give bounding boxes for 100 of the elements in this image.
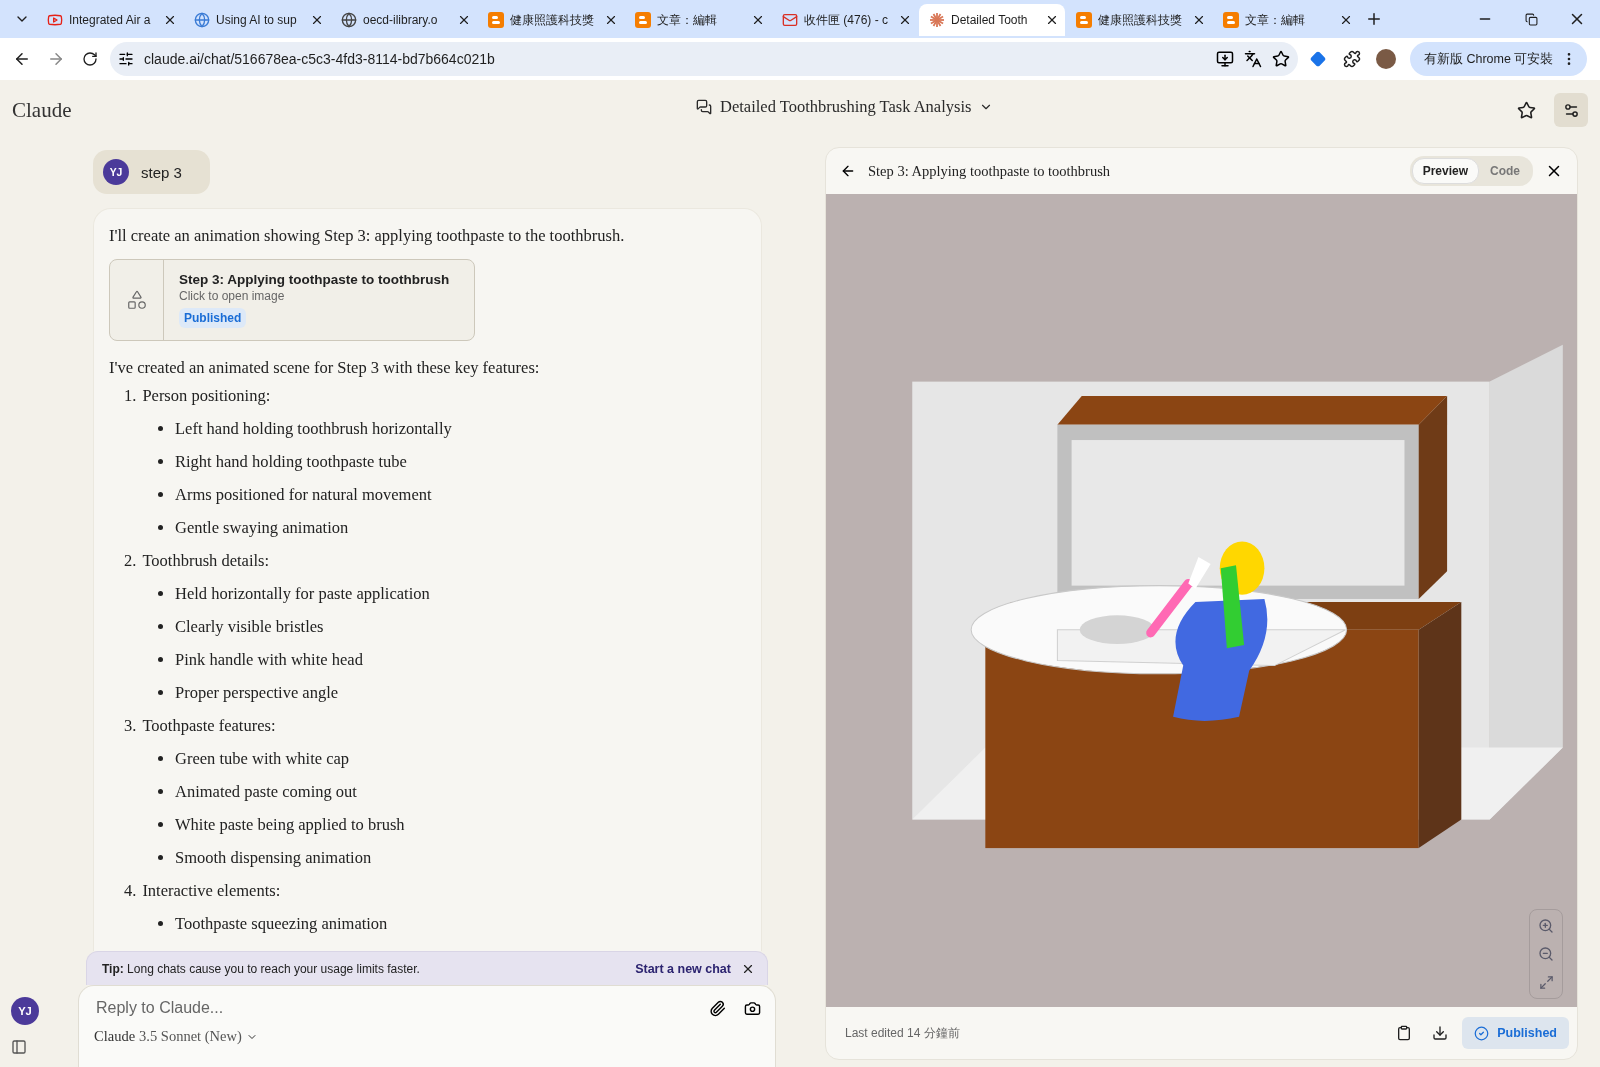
list-heading: Interactive elements:	[142, 880, 281, 901]
list-item: Arms positioned for natural movement	[175, 484, 432, 505]
chat-title[interactable]: Detailed Toothbrushing Task Analysis	[690, 96, 1000, 118]
message-text: step 3	[141, 163, 182, 181]
close-icon[interactable]	[1339, 13, 1353, 27]
blog-icon	[488, 12, 504, 28]
list-heading: Person positioning:	[142, 385, 271, 406]
list-item: Gentle swaying animation	[175, 517, 349, 538]
view-tab[interactable]: Preview	[1411, 158, 1479, 184]
mail-icon	[782, 12, 798, 28]
restore-icon[interactable]	[1524, 12, 1538, 26]
new-tab-icon[interactable]	[1365, 10, 1383, 28]
browser-tab[interactable]: 文章：編輯	[625, 4, 771, 36]
browser-tab[interactable]: Integrated Air a	[37, 4, 183, 36]
bullet-icon	[158, 921, 163, 926]
list-item: Smooth dispensing animation	[175, 847, 372, 868]
last-edited-text: Last edited 14 分鐘前	[845, 1024, 961, 1042]
paperclip-icon[interactable]	[709, 999, 726, 1017]
browser-tab[interactable]: oecd-ilibrary.o	[331, 4, 477, 36]
close-icon[interactable]	[310, 13, 324, 27]
list-item: White paste being applied to brush	[175, 814, 405, 835]
profile-avatar[interactable]	[1376, 49, 1396, 69]
update-button[interactable]: 有新版 Chrome 可安裝	[1410, 42, 1588, 76]
bullet-icon	[158, 789, 163, 794]
brand-name[interactable]: Claude	[12, 97, 72, 123]
shapes-icon	[125, 289, 148, 311]
user-avatar: YJ	[103, 159, 129, 185]
close-icon[interactable]	[1045, 13, 1059, 27]
install-icon[interactable]	[1216, 50, 1234, 68]
address-field[interactable]: claude.ai/chat/516678ea-c5c3-4fd3-8114-bd7b664c021b	[110, 42, 1298, 76]
list-item: Animated paste coming out	[175, 781, 357, 802]
message-text: I've created an animated scene for Step 3 with these key features:	[109, 357, 541, 379]
bookmark-icon[interactable]	[1272, 50, 1290, 68]
close-icon[interactable]	[457, 13, 471, 27]
bullet-icon	[158, 855, 163, 860]
extension-icon[interactable]	[1310, 51, 1326, 67]
reload-icon[interactable]	[82, 51, 98, 67]
browser-tab[interactable]: Using AI to sup	[184, 4, 330, 36]
blog-icon	[635, 12, 651, 28]
bullet-icon	[158, 624, 163, 629]
browser-tab[interactable]: 健康照護科技獎	[1066, 4, 1212, 36]
bullet-icon	[158, 690, 163, 695]
bullet-icon	[158, 459, 163, 464]
tip-text: Tip: Long chats cause you to reach your usage limits faster.	[102, 961, 420, 976]
close-icon[interactable]	[898, 13, 912, 27]
video-icon	[47, 12, 63, 28]
extensions-icon[interactable]	[1343, 50, 1361, 68]
list-heading: Toothbrush details:	[142, 550, 270, 571]
list-number: 3.	[124, 715, 137, 736]
spark-icon	[929, 12, 945, 28]
globe-icon	[194, 12, 210, 28]
browser-tab[interactable]: Detailed Tooth	[919, 4, 1065, 36]
download-icon[interactable]	[1432, 1025, 1449, 1041]
zoom-out-icon[interactable]	[1538, 946, 1554, 962]
close-icon[interactable]	[604, 13, 618, 27]
close-icon[interactable]	[1192, 13, 1206, 27]
forward-icon[interactable]	[47, 50, 65, 68]
bullet-icon	[158, 822, 163, 827]
list-number: 1.	[124, 385, 137, 406]
status-badge: Published	[179, 308, 247, 328]
bullet-icon	[158, 525, 163, 530]
sidebar-icon[interactable]	[11, 1039, 27, 1055]
blog-icon	[1076, 12, 1092, 28]
star-icon[interactable]	[1516, 100, 1536, 120]
new-chat-link[interactable]: Start a new chat	[635, 961, 731, 976]
bullet-icon	[158, 756, 163, 761]
list-item: Right hand holding toothpaste tube	[175, 451, 407, 472]
view-tab[interactable]: Code	[1479, 158, 1531, 184]
published-button[interactable]: Published	[1462, 1017, 1569, 1049]
back-icon[interactable]	[13, 50, 31, 68]
site-settings-icon[interactable]	[118, 51, 134, 67]
bullet-icon	[158, 657, 163, 662]
browser-tab[interactable]: 收件匣 (476) - c	[772, 4, 918, 36]
user-avatar[interactable]: YJ	[11, 997, 39, 1025]
settings-button[interactable]	[1554, 93, 1588, 127]
camera-icon[interactable]	[744, 999, 761, 1017]
blog-icon	[1223, 12, 1239, 28]
list-item: Clearly visible bristles	[175, 616, 324, 637]
expand-icon[interactable]	[1538, 974, 1554, 990]
list-heading: Toothpaste features:	[142, 715, 276, 736]
list-item: Green tube with white cap	[175, 748, 350, 769]
back-icon[interactable]	[840, 163, 856, 179]
browser-tab[interactable]: 健康照護科技獎	[478, 4, 624, 36]
list-number: 4.	[124, 880, 137, 901]
clipboard-icon[interactable]	[1396, 1025, 1413, 1041]
list-item: Left hand holding toothbrush horizontally	[175, 418, 452, 439]
artifact-title: Step 3: Applying toothpaste to toothbrush	[179, 272, 450, 287]
close-icon[interactable]	[751, 13, 765, 27]
check-icon	[1474, 1025, 1490, 1041]
list-item: Held horizontally for paste application	[175, 583, 430, 604]
translate-icon[interactable]	[1244, 50, 1262, 68]
settings-icon	[1562, 101, 1580, 119]
reply-field[interactable]: Reply to Claude...	[94, 998, 699, 1018]
panel-title: Step 3: Applying toothpaste to toothbrush	[868, 162, 1112, 180]
close-icon[interactable]	[163, 13, 177, 27]
artifact-card[interactable]: Step 3: Applying toothpaste to toothbrush Click to open image Published	[109, 259, 475, 341]
browser-tab[interactable]: 文章：編輯	[1213, 4, 1359, 36]
zoom-in-icon[interactable]	[1538, 918, 1554, 934]
list-number: 2.	[124, 550, 137, 571]
model-selector[interactable]: Claude 3.5 Sonnet (New)	[94, 1028, 258, 1045]
